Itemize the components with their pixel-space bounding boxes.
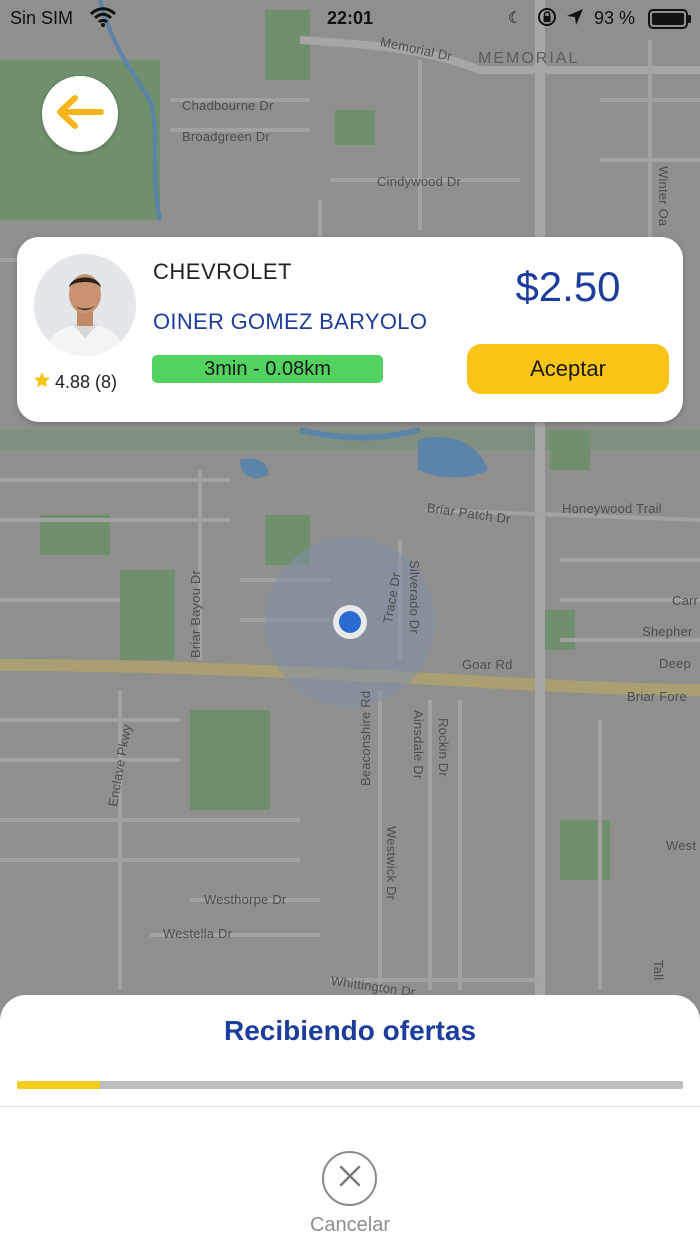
- battery-percent: 93 %: [594, 8, 636, 28]
- map-label-goar: Goar Rd: [462, 657, 513, 672]
- map-label-chadbourne: Chadbourne Dr: [182, 98, 274, 113]
- map-label-briar-bayou: Briar Bayou Dr: [188, 569, 203, 658]
- moon-icon: ☾: [508, 10, 523, 27]
- map-label-ainsdale: Ainsdale Dr: [411, 710, 426, 780]
- cancel-button[interactable]: [322, 1151, 377, 1206]
- divider: [0, 1106, 700, 1107]
- rating-value: 4.88 (8): [55, 372, 118, 392]
- map-label-westwick: Westwick Dr: [384, 826, 399, 901]
- map-label-honeywood: Honeywood Trail: [562, 501, 662, 516]
- map-label-deep: Deep: [659, 656, 691, 671]
- map-label-cindywood: Cindywood Dr: [377, 174, 462, 189]
- location-arrow-icon: [565, 7, 585, 32]
- map-label-shepherd: Shepher: [642, 624, 693, 639]
- vehicle-brand: CHEVROLET: [153, 259, 292, 284]
- map-label-broadgreen: Broadgreen Dr: [182, 129, 270, 144]
- map-label-silverado: Silverado Dr: [407, 560, 422, 634]
- map-label-westhorpe: Westhorpe Dr: [204, 892, 287, 907]
- eta-badge: 3min - 0.08km: [152, 355, 383, 383]
- status-bar: Sin SIM 22:01 ☾ 93 %: [0, 0, 700, 36]
- map-label-beaconshire: Beaconshire Rd: [358, 690, 373, 786]
- back-button[interactable]: [42, 76, 118, 152]
- offer-card: 4.88 (8) CHEVROLET OINER GOMEZ BARYOLO 3…: [17, 237, 683, 422]
- battery-icon: [648, 9, 692, 34]
- arrow-left-icon: [55, 94, 105, 134]
- offers-progress-bar: [17, 1081, 683, 1089]
- driver-avatar: [34, 254, 136, 356]
- star-icon: [33, 371, 51, 394]
- sheet-title: Recibiendo ofertas: [223, 1015, 477, 1046]
- driver-rating: 4.88 (8): [33, 371, 117, 394]
- map-label-rockin: Rockin Dr: [436, 718, 451, 777]
- map-label-westella: Westella Dr: [163, 926, 233, 941]
- map-label-winter-oak: Winter Oa: [656, 166, 671, 227]
- accept-button[interactable]: Aceptar: [467, 344, 669, 394]
- cancel-label[interactable]: Cancelar: [0, 1214, 700, 1237]
- close-icon: [338, 1164, 362, 1193]
- map-label-memorial: MEMORIAL: [478, 50, 580, 67]
- map-label-west: West: [666, 838, 697, 853]
- map-label-tall: Tall: [651, 960, 666, 981]
- map-label-carr: Carr: [672, 593, 699, 608]
- offers-progress-fill: [17, 1081, 101, 1089]
- rotation-lock-icon: [536, 6, 558, 33]
- bottom-sheet: Recibiendo ofertas Cancelar: [0, 995, 700, 1244]
- map-label-briar-forest: Briar Fore: [627, 689, 687, 704]
- offer-price: $2.50: [515, 263, 621, 310]
- driver-name: OINER GOMEZ BARYOLO: [153, 309, 428, 334]
